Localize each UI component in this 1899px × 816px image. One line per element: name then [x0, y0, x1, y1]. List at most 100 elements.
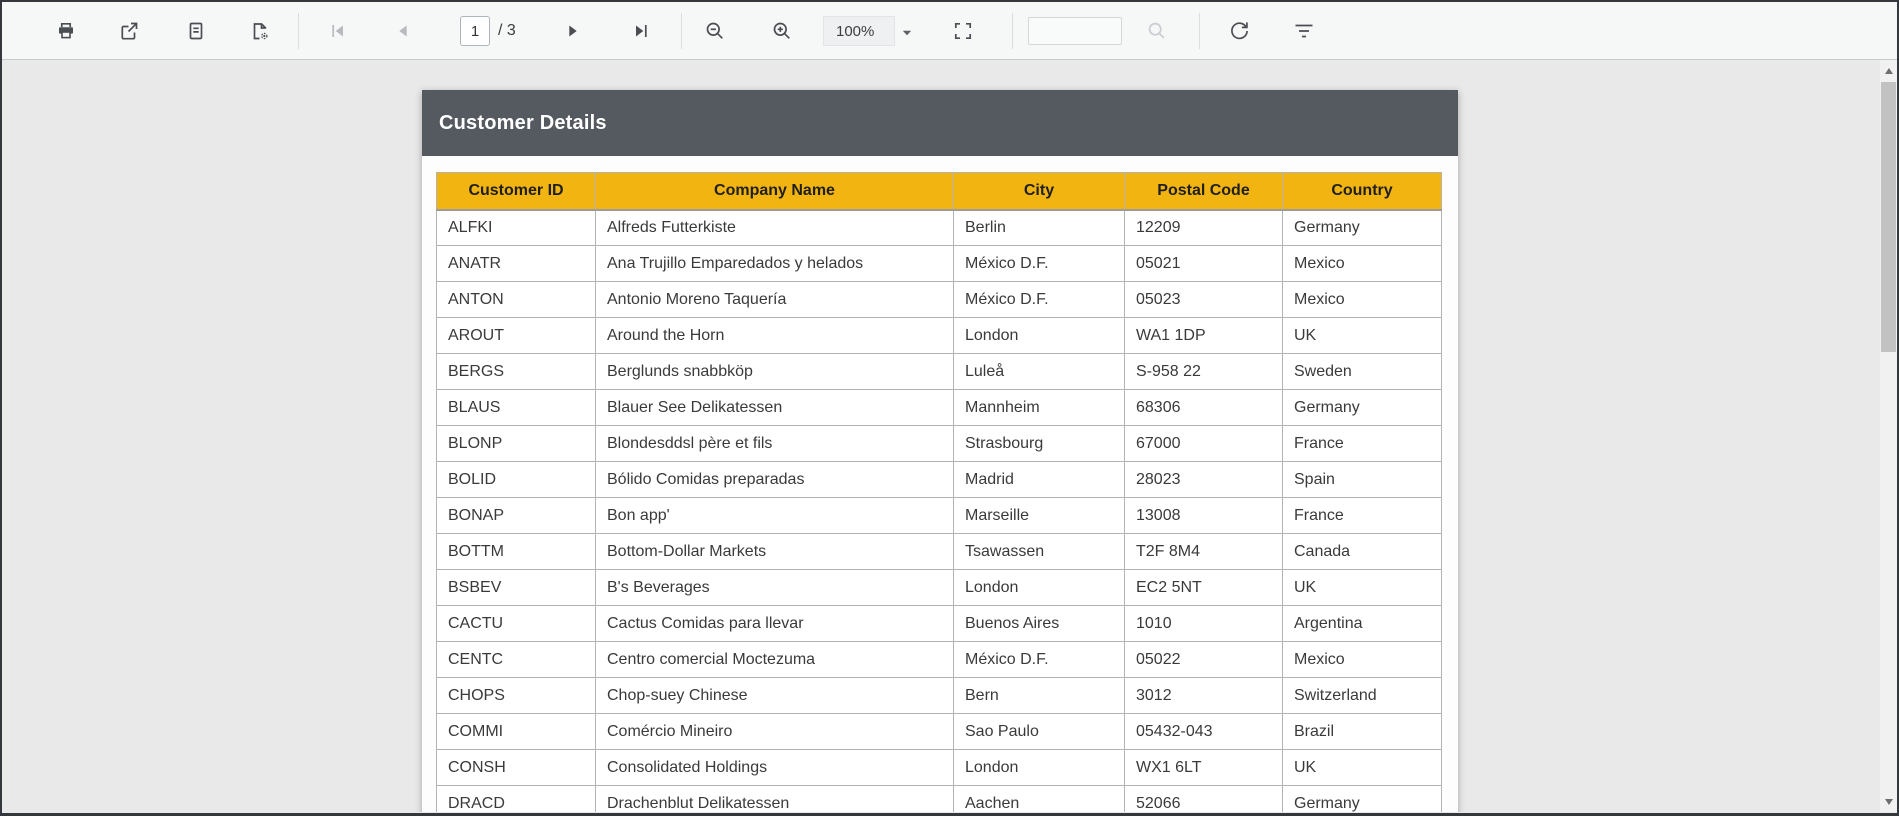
table-cell: EC2 5NT — [1124, 569, 1283, 606]
table-cell: BLAUS — [436, 389, 596, 426]
table-cell: 1010 — [1124, 605, 1283, 642]
table-cell: CONSH — [436, 749, 596, 786]
page-setup-icon — [253, 23, 268, 40]
export-button[interactable] — [112, 14, 146, 48]
print-icon — [59, 22, 73, 39]
refresh-button[interactable] — [1222, 14, 1256, 48]
table-cell: Tsawassen — [953, 533, 1125, 570]
table-cell: Ana Trujillo Emparedados y helados — [595, 245, 954, 282]
zoom-out-icon — [706, 22, 723, 39]
vertical-scrollbar[interactable] — [1880, 60, 1897, 812]
table-cell: Aachen — [953, 785, 1125, 812]
table-cell: Bottom-Dollar Markets — [595, 533, 954, 570]
parameters-button[interactable] — [1287, 14, 1321, 48]
table-cell: México D.F. — [953, 641, 1125, 678]
zoom-out-button[interactable] — [698, 14, 732, 48]
table-cell: Berlin — [953, 209, 1125, 246]
zoom-dropdown-button[interactable] — [897, 22, 917, 40]
search-button[interactable] — [1140, 14, 1174, 48]
table-cell: Comércio Mineiro — [595, 713, 954, 750]
table-cell: Sweden — [1282, 353, 1442, 390]
table-row: BSBEV B's Beverages London EC2 5NT UK — [436, 569, 1442, 606]
last-page-button[interactable] — [624, 14, 658, 48]
table-cell: Alfreds Futterkiste — [595, 209, 954, 246]
table-cell: Bólido Comidas preparadas — [595, 461, 954, 498]
table-cell: 28023 — [1124, 461, 1283, 498]
table-cell: 05432-043 — [1124, 713, 1283, 750]
table-cell: Drachenblut Delikatessen — [595, 785, 954, 812]
page-number-input[interactable] — [460, 16, 490, 46]
table-cell: Germany — [1282, 209, 1442, 246]
zoom-level-select[interactable]: 100% — [823, 16, 895, 46]
table-body: ALFKI Alfreds Futterkiste Berlin 12209 Germa… — [436, 209, 1442, 812]
refresh-icon — [1231, 22, 1248, 40]
table-row: BLONP Blondesddsl père et fils Strasbourg 6… — [436, 425, 1442, 462]
table-cell: WX1 6LT — [1124, 749, 1283, 786]
fullscreen-button[interactable] — [946, 14, 980, 48]
scroll-down-button[interactable] — [1880, 793, 1897, 810]
table-cell: Strasbourg — [953, 425, 1125, 462]
table-cell: France — [1282, 425, 1442, 462]
first-page-button[interactable] — [321, 14, 355, 48]
table-cell: CACTU — [436, 605, 596, 642]
table-cell: Germany — [1282, 785, 1442, 812]
table-header-row: Customer ID Company Name City Postal Code Co… — [436, 172, 1442, 211]
table-cell: ANATR — [436, 245, 596, 282]
first-page-icon — [332, 25, 343, 37]
table-cell: Berglunds snabbköp — [595, 353, 954, 390]
table-cell: London — [953, 749, 1125, 786]
zoom-level-value: 100% — [836, 22, 875, 40]
table-cell: Bern — [953, 677, 1125, 714]
table-cell: Marseille — [953, 497, 1125, 534]
table-cell: México D.F. — [953, 245, 1125, 282]
table-cell: BOLID — [436, 461, 596, 498]
scroll-up-button[interactable] — [1880, 62, 1897, 79]
table-cell: 13008 — [1124, 497, 1283, 534]
print-button[interactable] — [49, 14, 83, 48]
table-cell: T2F 8M4 — [1124, 533, 1283, 570]
table-row: CACTU Cactus Comidas para llevar Buenos Ai… — [436, 605, 1442, 642]
table-row: ALFKI Alfreds Futterkiste Berlin 12209 Germa… — [436, 209, 1442, 246]
toolbar-separator — [1199, 13, 1200, 49]
search-input[interactable] — [1028, 17, 1122, 45]
toolbar: / 3 — [2, 2, 1897, 60]
table-cell: BOTTM — [436, 533, 596, 570]
print-layout-button[interactable] — [179, 14, 213, 48]
table-cell: Sao Paulo — [953, 713, 1125, 750]
table-cell: Luleå — [953, 353, 1125, 390]
table-row: AROUT Around the Horn London WA1 1DP UK — [436, 317, 1442, 354]
report-title-banner: Customer Details — [422, 90, 1458, 156]
zoom-in-button[interactable] — [765, 14, 799, 48]
report-title: Customer Details — [439, 111, 607, 134]
table-cell: 67000 — [1124, 425, 1283, 462]
next-page-button[interactable] — [556, 14, 590, 48]
table-cell: BLONP — [436, 425, 596, 462]
previous-page-icon — [399, 25, 407, 37]
table-cell: BERGS — [436, 353, 596, 390]
scrollbar-thumb[interactable] — [1881, 82, 1896, 352]
table-row: COMMI Comércio Mineiro Sao Paulo 05432-043 B… — [436, 713, 1442, 750]
table-cell: México D.F. — [953, 281, 1125, 318]
report-page: Customer Details Customer ID Company Name… — [422, 90, 1458, 812]
table-cell: CENTC — [436, 641, 596, 678]
table-cell: UK — [1282, 749, 1442, 786]
table-cell: S-958 22 — [1124, 353, 1283, 390]
column-header: Postal Code — [1124, 172, 1283, 211]
toolbar-separator — [298, 13, 299, 49]
table-row: BERGS Berglunds snabbköp Luleå S-958 22 Swed… — [436, 353, 1442, 390]
column-header: Country — [1282, 172, 1442, 211]
page-setup-button[interactable] — [243, 14, 277, 48]
table-row: BOTTM Bottom-Dollar Markets Tsawassen T2F 8… — [436, 533, 1442, 570]
table-cell: BONAP — [436, 497, 596, 534]
table-cell: BSBEV — [436, 569, 596, 606]
table-row: ANATR Ana Trujillo Emparedados y helados M… — [436, 245, 1442, 282]
previous-page-button[interactable] — [386, 14, 420, 48]
table-cell: Brazil — [1282, 713, 1442, 750]
table-row: BONAP Bon app' Marseille 13008 France — [436, 497, 1442, 534]
table-cell: Centro comercial Moctezuma — [595, 641, 954, 678]
table-cell: Consolidated Holdings — [595, 749, 954, 786]
table-cell: B's Beverages — [595, 569, 954, 606]
triangle-down-icon — [1884, 798, 1893, 805]
table-cell: Spain — [1282, 461, 1442, 498]
report-viewer-window: / 3 — [0, 0, 1899, 816]
